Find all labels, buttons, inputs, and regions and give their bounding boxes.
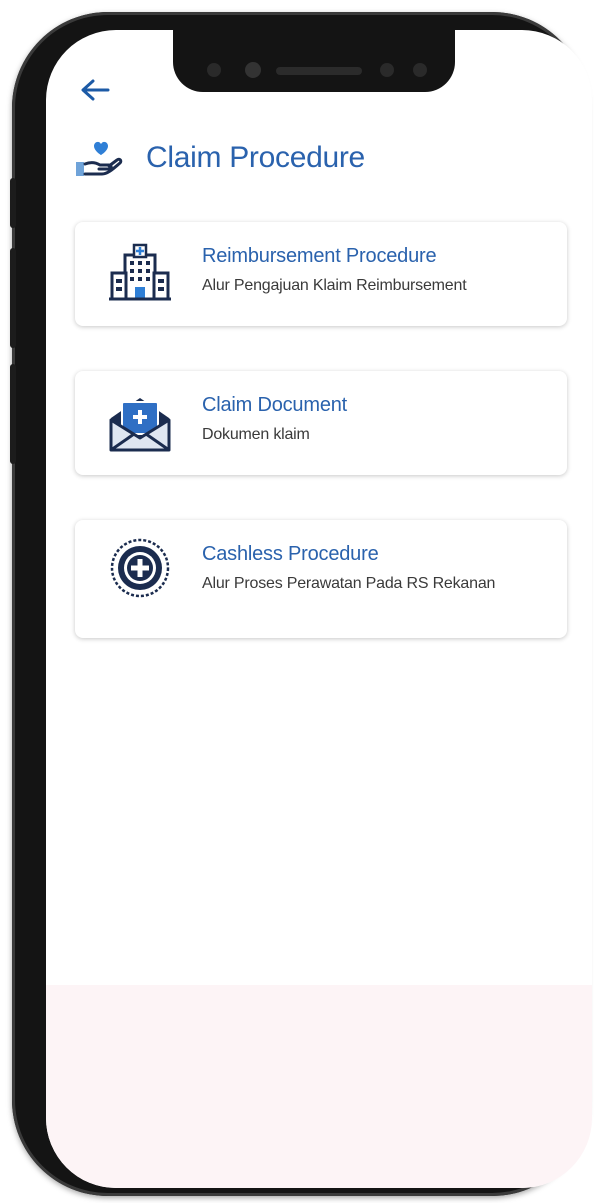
sensor-dot: [413, 63, 427, 77]
hand-heart-icon: [72, 136, 126, 180]
menu-item-text: Claim Document Dokumen klaim: [202, 393, 543, 445]
sensor-dot: [380, 63, 394, 77]
camera-dot: [245, 62, 261, 78]
page-title: Claim Procedure: [146, 141, 365, 174]
phone-screen: Claim Procedure Reimbursement Procedure …: [46, 30, 592, 1188]
speaker-grille: [276, 67, 362, 75]
phone-frame: Claim Procedure Reimbursement Procedure …: [10, 12, 592, 1196]
phone-notch: [173, 30, 455, 92]
phone-side-button: [10, 248, 16, 348]
bottom-tinted-area: [46, 985, 592, 1188]
menu-item-title: Reimbursement Procedure: [202, 245, 437, 267]
envelope-document-icon: [107, 390, 173, 456]
menu-item-cashless-procedure[interactable]: Cashless Procedure Alur Proses Perawatan…: [75, 520, 567, 638]
menu-item-text: Reimbursement Procedure Alur Pengajuan K…: [202, 244, 543, 296]
phone-side-button: [10, 178, 16, 228]
page-header: Claim Procedure: [72, 136, 365, 180]
menu-item-subtitle: Alur Proses Perawatan Pada RS Rekanan: [202, 575, 496, 592]
menu-item-title: Cashless Procedure: [202, 543, 379, 565]
menu-item-text: Cashless Procedure Alur Proses Perawatan…: [202, 542, 543, 594]
menu-item-subtitle: Dokumen klaim: [202, 426, 310, 443]
menu-item-reimbursement-procedure[interactable]: Reimbursement Procedure Alur Pengajuan K…: [75, 222, 567, 326]
menu-item-claim-document[interactable]: Claim Document Dokumen klaim: [75, 371, 567, 475]
menu-item-subtitle: Alur Pengajuan Klaim Reimbursement: [202, 277, 467, 294]
phone-side-button: [10, 364, 16, 464]
menu-item-title: Claim Document: [202, 394, 348, 416]
hospital-building-icon: [107, 241, 173, 307]
sensor-dot: [207, 63, 221, 77]
plus-circle-icon: [107, 535, 173, 601]
arrow-left-icon[interactable]: [80, 78, 110, 107]
